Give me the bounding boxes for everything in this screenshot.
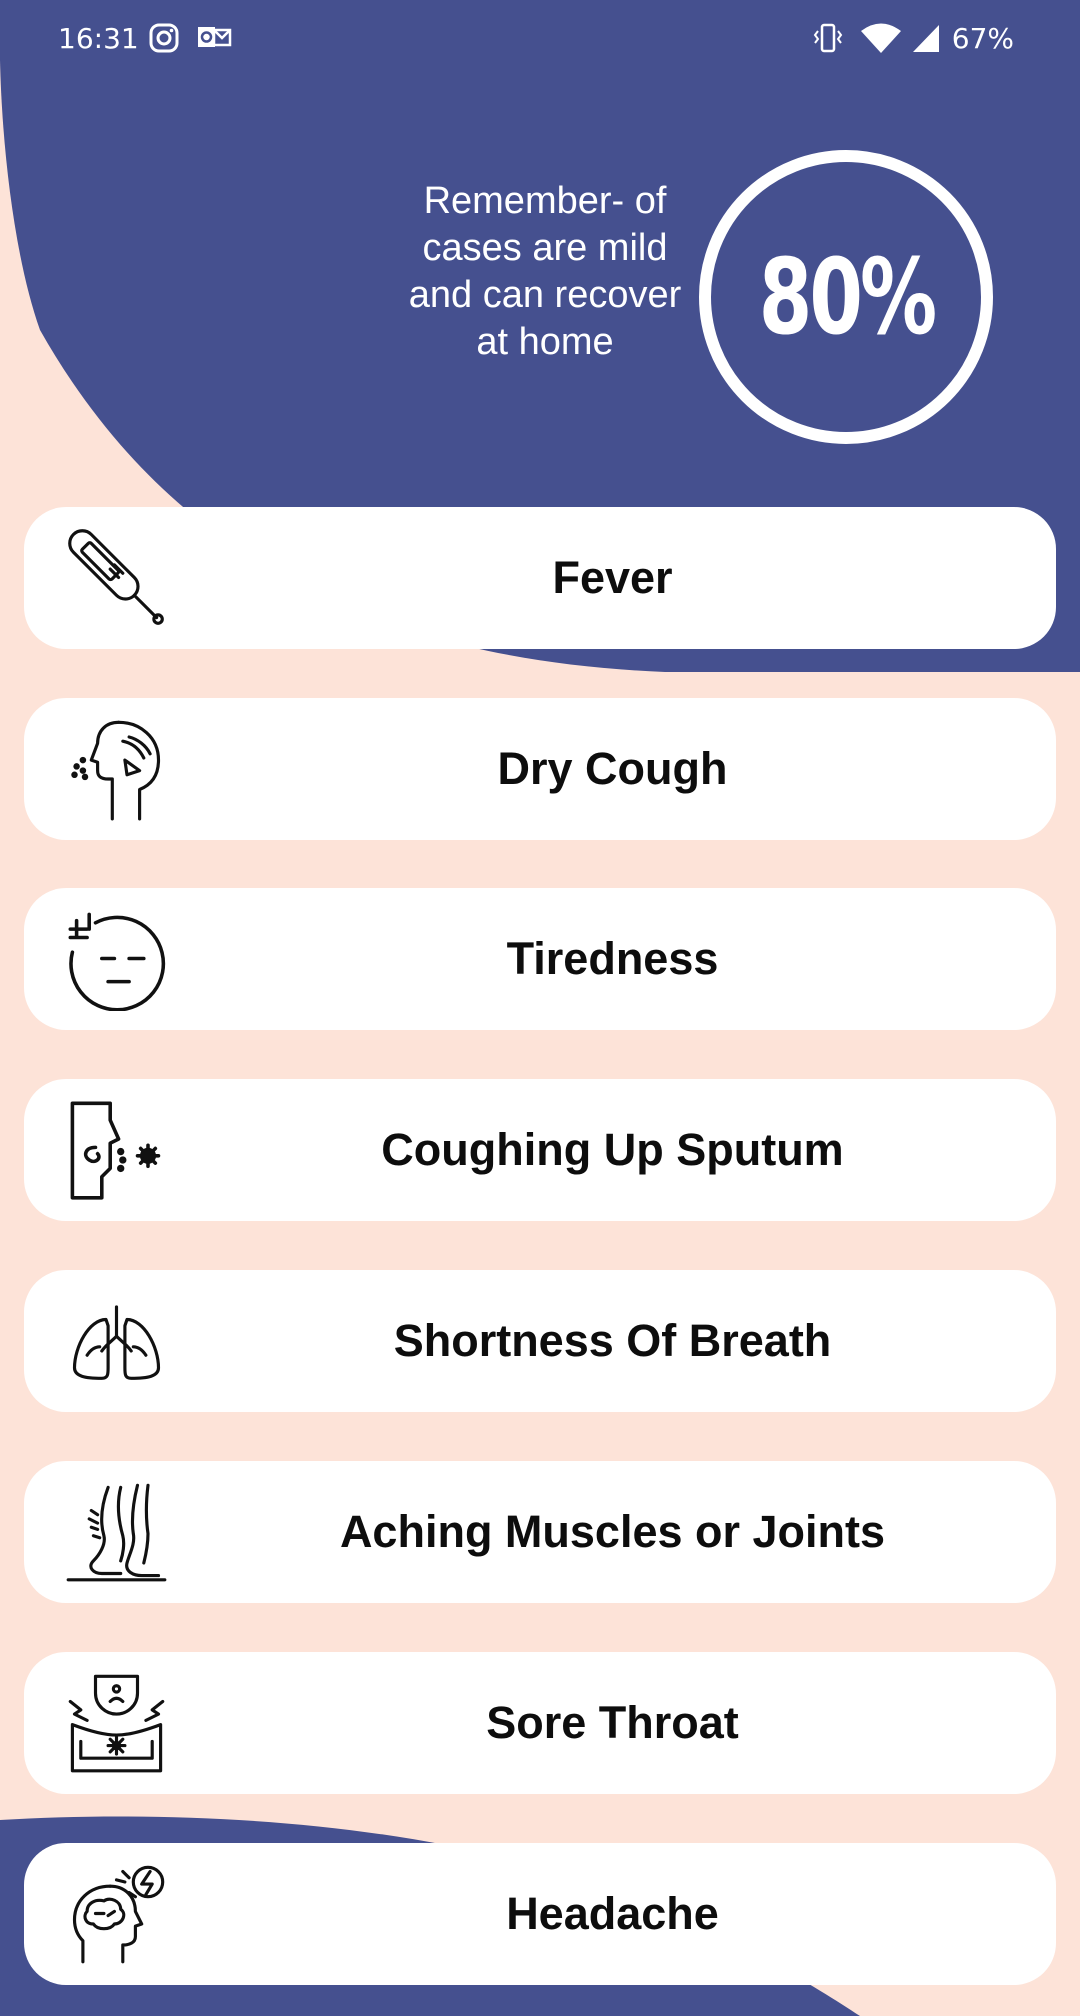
battery-level: 67% [951, 22, 1014, 55]
outlook-icon [196, 22, 232, 61]
symptom-label: Dry Cough [497, 743, 728, 794]
symptom-label: Aching Muscles or Joints [339, 1506, 886, 1557]
symptom-label: Fever [552, 552, 673, 603]
symptom-card-aching-muscles[interactable]: Aching Muscles or Joints [24, 1461, 1056, 1603]
lungs-icon [64, 1288, 169, 1393]
symptom-card-dry-cough[interactable]: Dry Cough [24, 698, 1056, 840]
wifi-icon [860, 22, 902, 61]
signal-icon [910, 22, 942, 61]
status-bar: 16:31 67% [0, 0, 1080, 82]
legs-icon [64, 1479, 169, 1584]
hero-message: Remember- of cases are mild and can reco… [408, 180, 682, 363]
thermometer-icon [64, 525, 169, 630]
status-time: 16:31 [58, 22, 139, 55]
symptom-card-coughing-up-sputum[interactable]: Coughing Up Sputum [24, 1079, 1056, 1221]
symptom-card-fever[interactable]: Fever [24, 507, 1056, 649]
stat-value: 80% [758, 236, 936, 358]
headache-icon [64, 1861, 169, 1966]
symptom-card-sore-throat[interactable]: Sore Throat [24, 1652, 1056, 1794]
symptom-label: Tiredness [506, 933, 719, 984]
sputum-icon [64, 1097, 169, 1202]
symptom-label: Sore Throat [486, 1697, 739, 1748]
symptom-label: Headache [506, 1888, 719, 1939]
tired-face-icon [64, 906, 169, 1012]
vibrate-icon [812, 22, 844, 61]
instagram-icon [148, 22, 180, 61]
symptom-card-tiredness[interactable]: Tiredness [24, 888, 1056, 1030]
cough-icon [64, 716, 169, 821]
symptom-label: Coughing Up Sputum [381, 1124, 844, 1175]
symptom-label: Shortness Of Breath [393, 1315, 832, 1366]
stat-circle: 80% [699, 150, 993, 444]
sore-throat-icon [64, 1670, 169, 1775]
symptom-card-shortness-of-breath[interactable]: Shortness Of Breath [24, 1270, 1056, 1412]
symptom-card-headache[interactable]: Headache [24, 1843, 1056, 1985]
